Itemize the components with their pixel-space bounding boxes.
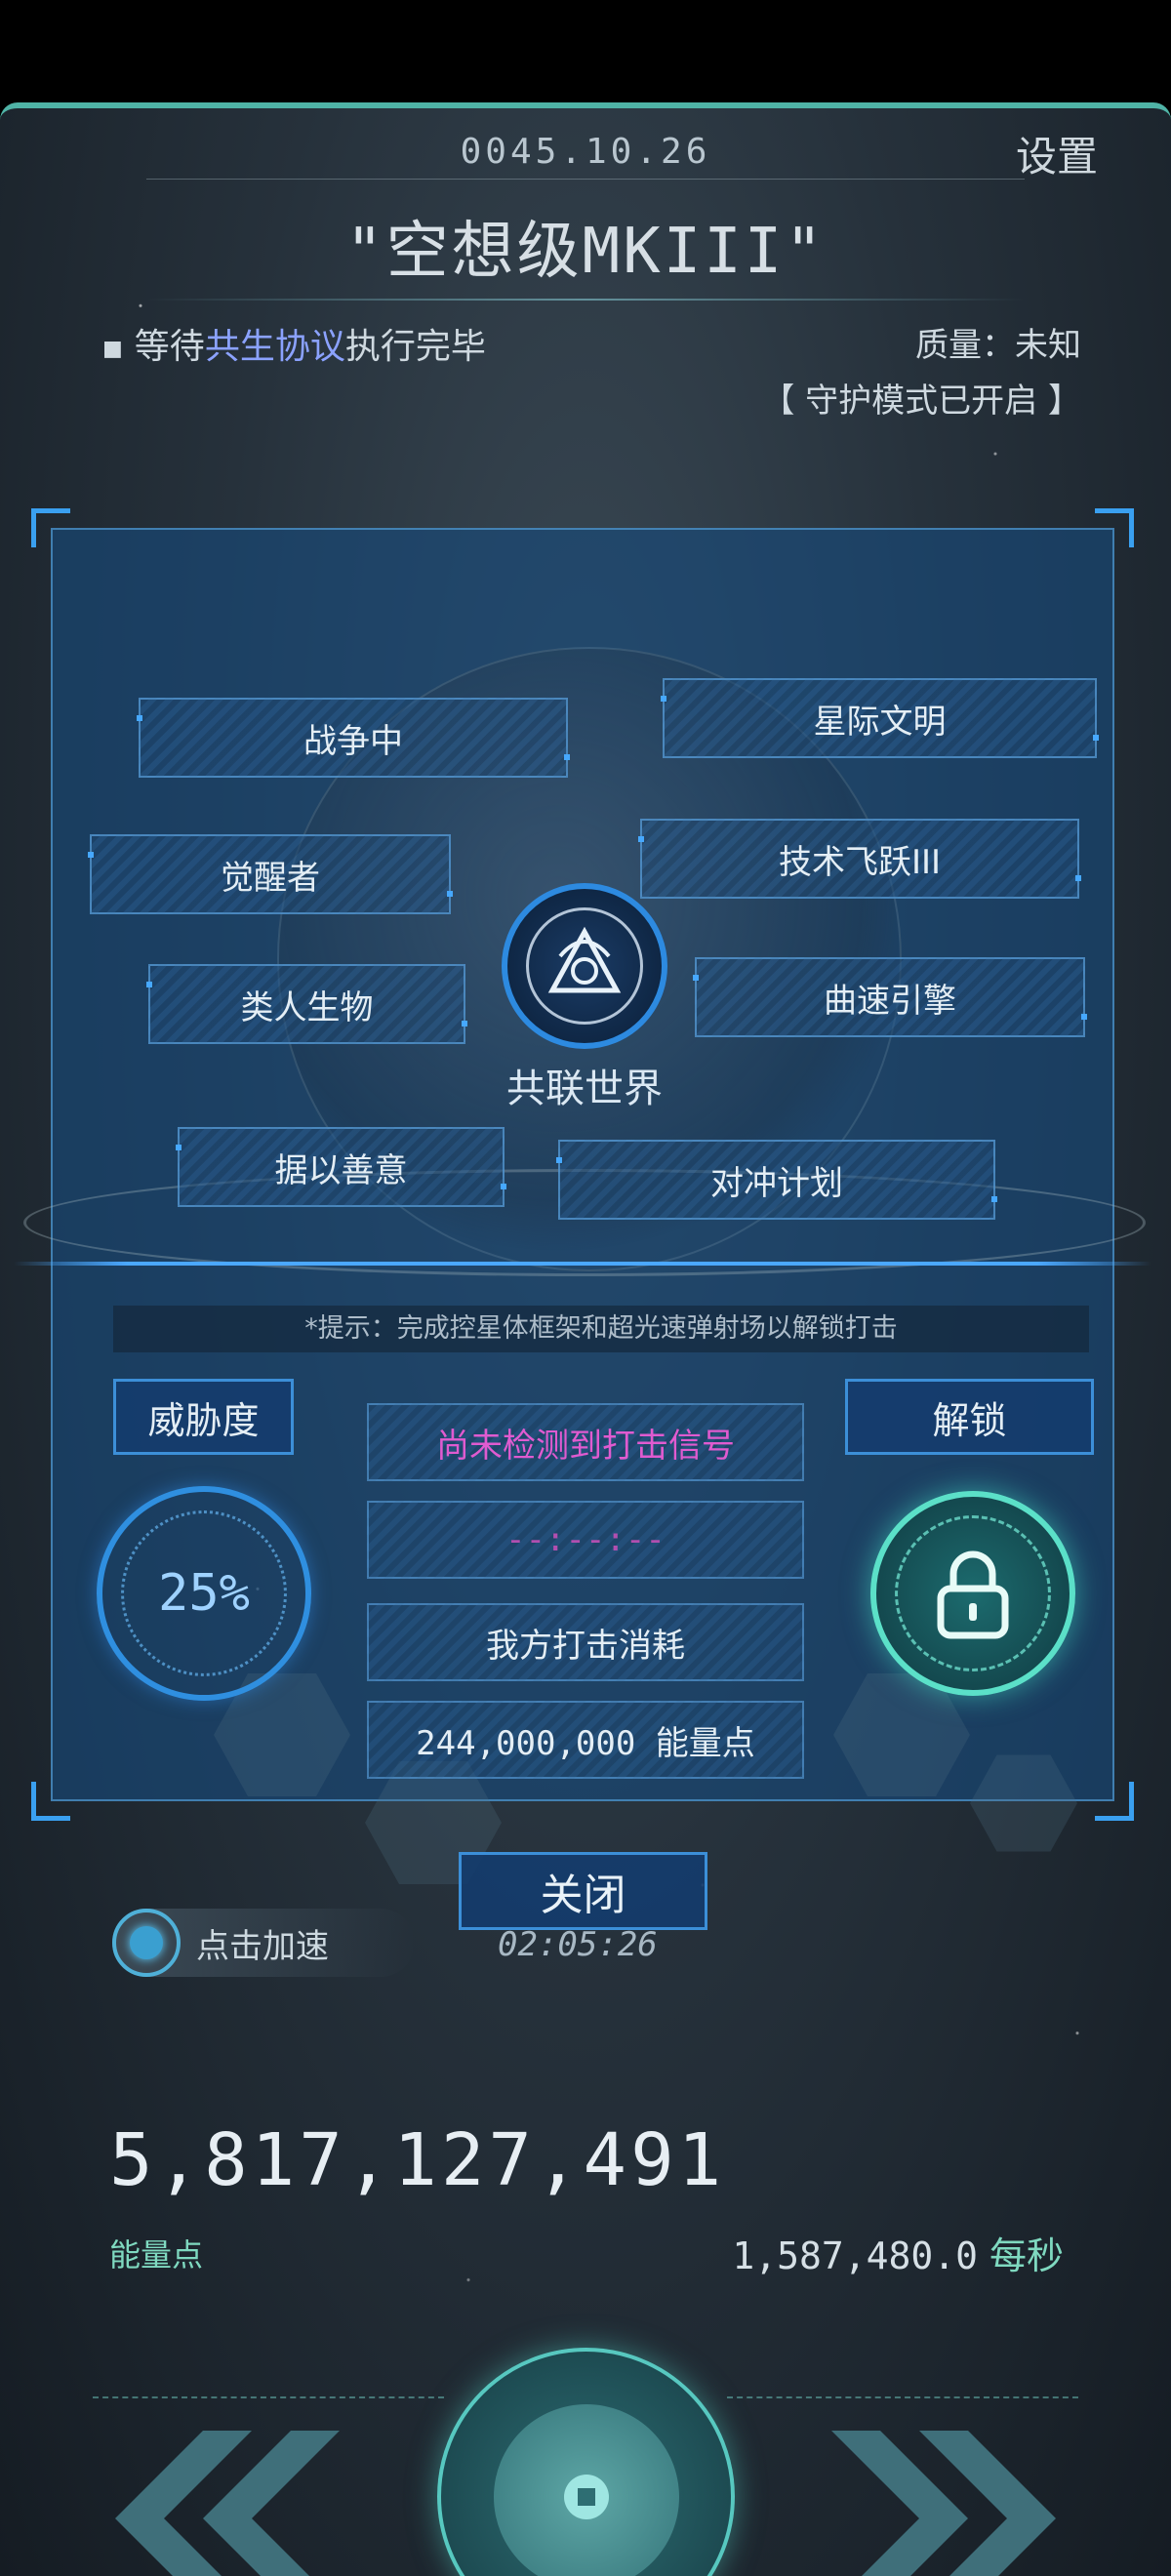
chevron-right-icon[interactable] xyxy=(822,2431,1066,2576)
dashed-divider xyxy=(93,2396,444,2398)
threat-value: 25% xyxy=(121,1510,287,1676)
trait-tag: 战争中 xyxy=(137,698,570,778)
strike-timer-text: --:--:-- xyxy=(505,1520,666,1559)
strike-cost-value: 244,000,000 能量点 xyxy=(367,1701,804,1779)
panel-divider xyxy=(14,1262,1151,1266)
world-name: 共联世界 xyxy=(506,1067,663,1111)
trait-tag: 类人生物 xyxy=(146,964,467,1044)
close-button[interactable]: 关闭 xyxy=(459,1852,707,1930)
trait-tag: 星际文明 xyxy=(661,678,1099,758)
energy-rate-unit: 每秒 xyxy=(989,2234,1064,2277)
header-divider xyxy=(146,179,1025,180)
status-highlight: 共生协议 xyxy=(204,327,345,367)
corner-bracket xyxy=(1095,1782,1134,1821)
protocol-status: ■ 等待共生协议执行完毕 xyxy=(102,318,486,369)
main-action-button[interactable] xyxy=(437,2348,735,2576)
trait-tag: 据以善意 xyxy=(176,1127,506,1207)
countdown-timer: 02:05:26 xyxy=(498,1925,658,1964)
emblem-icon xyxy=(502,883,667,1049)
energy-label: 能量点 xyxy=(109,2236,204,2274)
strike-signal-text: 尚未检测到打击信号 xyxy=(436,1426,735,1466)
trait-tag: 觉醒者 xyxy=(88,834,453,914)
guard-mode-badge: 【 守护模式已开启 】 xyxy=(761,382,1081,421)
dashed-divider xyxy=(727,2396,1078,2398)
unlock-button[interactable]: 解锁 xyxy=(845,1379,1094,1455)
speedup-button[interactable]: 点击加速 xyxy=(112,1909,415,1977)
world-info-panel: 战争中 星际文明 觉醒者 技术飞跃III 类人生物 曲速引擎 据以善意 对冲计划… xyxy=(14,508,1151,1884)
trait-tag: 对冲计划 xyxy=(556,1140,997,1220)
hint-text: *提示：完成控星体框架和超光速弹射场以解锁打击 xyxy=(113,1306,1089,1352)
settings-button[interactable]: 设置 xyxy=(1016,124,1098,183)
energy-rate: 1,587,480.0 每秒 xyxy=(732,2226,1064,2279)
strike-signal-field: 尚未检测到打击信号 xyxy=(367,1403,804,1481)
strike-cost-label: 我方打击消耗 xyxy=(367,1603,804,1681)
corner-bracket xyxy=(31,508,70,547)
core-button-icon xyxy=(493,2403,679,2576)
chevron-left-icon[interactable] xyxy=(105,2431,349,2576)
corner-bracket xyxy=(31,1782,70,1821)
hex-decoration xyxy=(970,1754,1077,1852)
ship-name: "空想级MKIII" xyxy=(345,216,826,288)
app-screen: 0045.10.26 设置 "空想级MKIII" ■ 等待共生协议执行完毕 质量：… xyxy=(0,102,1171,2576)
quality-label: 质量：未知 xyxy=(915,326,1081,365)
energy-total: 5,817,127,491 xyxy=(109,2118,726,2202)
speedup-label: 点击加速 xyxy=(196,1926,329,1966)
trait-tag: 技术飞跃III xyxy=(638,819,1081,899)
status-suffix: 执行完毕 xyxy=(344,327,486,367)
strike-timer-field: --:--:-- xyxy=(367,1501,804,1579)
lock-icon xyxy=(937,1550,1009,1639)
threat-label: 威胁度 xyxy=(113,1379,294,1455)
title-underline xyxy=(146,299,1025,301)
energy-rate-value: 1,587,480.0 xyxy=(732,2234,978,2277)
game-date: 0045.10.26 xyxy=(460,132,711,172)
corner-bracket xyxy=(1095,508,1134,547)
status-prefix: 等待 xyxy=(134,327,205,367)
trait-tag: 曲速引擎 xyxy=(693,957,1087,1037)
bullet-icon: ■ xyxy=(102,336,123,361)
threat-gauge: 25% xyxy=(97,1486,311,1701)
lock-button[interactable] xyxy=(870,1491,1075,1696)
speedup-icon xyxy=(112,1909,181,1977)
